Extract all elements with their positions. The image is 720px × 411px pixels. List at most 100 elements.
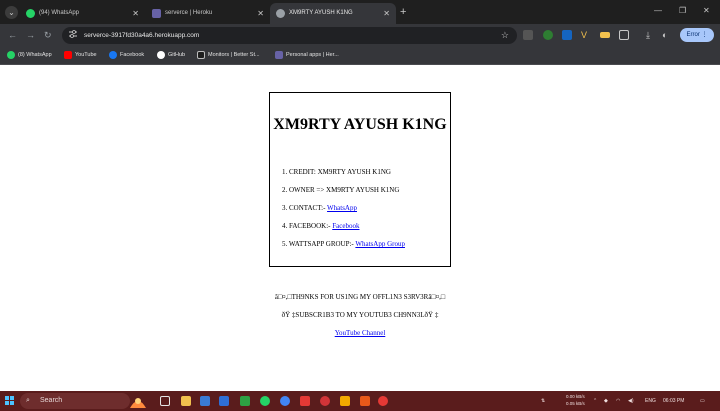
net-download: 0.05 kB/s: [566, 401, 585, 406]
bookmark-facebook[interactable]: Facebook: [109, 46, 144, 64]
facebook-link[interactable]: Facebook: [332, 222, 359, 230]
info-item-credit: 1. CREDIT: XM9RTY AYUSH K1NG: [282, 167, 391, 177]
bookmark-star-icon[interactable]: ☆: [501, 27, 509, 44]
bookmark-label: Personal apps | Her...: [286, 52, 339, 58]
close-icon[interactable]: ✕: [132, 3, 139, 24]
whatsapp-link[interactable]: WhatsApp: [327, 204, 357, 212]
monitor-icon: [197, 51, 205, 59]
subscribe-message: ðŸ ‡SUBSCR1B3 TO MY YOUTUB3 CH9NN3LðŸ ‡: [281, 311, 439, 319]
net-upload: 0.00 kB/s: [566, 394, 585, 399]
extension-icon[interactable]: [543, 30, 553, 40]
volume-icon[interactable]: ◀): [628, 391, 634, 411]
forward-icon[interactable]: →: [26, 28, 35, 42]
taskbar-search[interactable]: ⌕ Search: [20, 393, 130, 409]
bookmark-label: GitHub: [168, 52, 186, 58]
bookmark-label: Facebook: [120, 52, 145, 58]
file-explorer-icon[interactable]: [181, 396, 191, 406]
bookmark-label: (8) WhatsApp: [18, 52, 52, 58]
wifi-icon[interactable]: ◠: [616, 391, 620, 411]
close-icon[interactable]: ✕: [383, 3, 390, 24]
page-title: XM9RTY AYUSH K1NG: [273, 116, 447, 133]
bookmark-whatsapp[interactable]: (8) WhatsApp: [7, 46, 52, 64]
back-icon[interactable]: ←: [8, 28, 17, 42]
download-icon[interactable]: ⤓: [646, 28, 650, 42]
info-item-owner: 2. OWNER => XM9RTY AYUSH K1NG: [282, 185, 399, 195]
bookmark-personal-apps[interactable]: Personal apps | Her...: [275, 46, 339, 64]
profile-label: Error: [686, 32, 700, 38]
info-text: 3. CONTACT:-: [282, 204, 328, 212]
windows-taskbar: ⌕ Search ⇅ 0.00 kB/s 0.05 kB/s ⌃ ◆ ◠ ◀) …: [0, 391, 720, 411]
close-icon[interactable]: ✕: [257, 3, 264, 24]
extension-v-icon[interactable]: V: [581, 30, 591, 40]
taskbar-app-icon[interactable]: [300, 396, 310, 406]
edge-icon[interactable]: [219, 396, 229, 406]
window-close-icon[interactable]: ✕: [703, 4, 710, 18]
whatsapp-icon[interactable]: [260, 396, 270, 406]
bookmark-github[interactable]: GitHub: [157, 46, 185, 64]
whatsapp-group-link[interactable]: WhatsApp Group: [355, 240, 405, 248]
extensions-puzzle-icon[interactable]: [619, 30, 629, 40]
clock[interactable]: 06:03 PM: [663, 391, 684, 411]
youtube-icon: [64, 51, 72, 59]
extension-icon[interactable]: [600, 32, 610, 38]
reload-icon[interactable]: ↻: [44, 28, 52, 42]
taskbar-app-icon[interactable]: [200, 396, 210, 406]
taskbar-app-icon[interactable]: [240, 396, 250, 406]
info-text: 4. FACEBOOK:-: [282, 222, 333, 230]
heroku-icon: [152, 9, 161, 18]
github-icon: [157, 51, 165, 59]
task-view-icon[interactable]: [160, 396, 170, 406]
search-icon: ⌕: [26, 397, 30, 404]
windows-start-icon[interactable]: [5, 396, 15, 406]
taskbar-app-icon[interactable]: [340, 396, 350, 406]
tab-whatsapp[interactable]: (94) WhatsApp ✕: [20, 3, 145, 24]
language-indicator[interactable]: ENG: [645, 391, 656, 411]
extension-icon[interactable]: [562, 30, 572, 40]
info-text: 5. WATTSAPP GROUP:-: [282, 240, 356, 248]
site-info-icon[interactable]: [69, 30, 77, 39]
notification-icon[interactable]: ▭: [700, 391, 705, 411]
tray-app-icon[interactable]: ◆: [604, 391, 608, 411]
tab-title: (94) WhatsApp: [39, 10, 80, 16]
restore-icon[interactable]: ❐: [679, 4, 686, 18]
facebook-icon: [109, 51, 117, 59]
info-text: 2. OWNER => XM9RTY AYUSH K1NG: [282, 186, 400, 194]
info-item-whatsapp-group: 5. WATTSAPP GROUP:- WhatsApp Group: [282, 239, 405, 249]
tab-title: XM9RTY AYUSH K1NG: [289, 10, 353, 16]
taskbar-app-icon[interactable]: [378, 396, 388, 406]
tab-active-page[interactable]: XM9RTY AYUSH K1NG ✕: [270, 3, 396, 24]
tab-heroku[interactable]: serverce | Heroku ✕: [146, 3, 270, 24]
info-text: 1. CREDIT: XM9RTY AYUSH K1NG: [282, 168, 391, 176]
youtube-channel-link[interactable]: YouTube Channel: [0, 328, 720, 338]
minimize-icon[interactable]: —: [654, 4, 662, 18]
bookmarks-bar: (8) WhatsApp YouTube Facebook GitHub Mon…: [0, 46, 720, 65]
info-item-contact: 3. CONTACT:- WhatsApp: [282, 203, 357, 213]
extension-icon[interactable]: [523, 30, 533, 40]
taskbar-app-icon[interactable]: [360, 396, 370, 406]
whatsapp-icon: [26, 9, 35, 18]
taskbar-app-icon[interactable]: [320, 396, 330, 406]
bookmark-label: Monitors | Better St...: [208, 52, 260, 58]
info-card: XM9RTY AYUSH K1NG 1. CREDIT: XM9RTY AYUS…: [269, 92, 451, 267]
search-highlight-icon: [130, 398, 146, 408]
thanks-message: â□¤,□TH9NKS FOR US1NG MY OFFL1N3 S3RV3Râ…: [274, 293, 446, 301]
network-speed-icon: ⇅: [541, 398, 546, 404]
browser-toolbar: ← → ↻ serverce-3917fd30a4a6.herokuapp.co…: [0, 24, 720, 46]
url-text: serverce-3917fd30a4a6.herokuapp.com: [84, 32, 200, 39]
profile-button[interactable]: Error ⋮: [680, 28, 714, 42]
tab-title: serverce | Heroku: [165, 10, 213, 16]
globe-icon: [276, 9, 285, 18]
chrome-icon[interactable]: [280, 396, 290, 406]
browser-tab-strip: ⌄ (94) WhatsApp ✕ serverce | Heroku ✕ XM…: [0, 0, 720, 24]
tray-overflow-icon[interactable]: ⌃: [593, 391, 597, 411]
info-item-facebook: 4. FACEBOOK:- Facebook: [282, 221, 359, 231]
address-bar[interactable]: serverce-3917fd30a4a6.herokuapp.com ☆: [62, 27, 517, 44]
bookmark-label: YouTube: [75, 52, 97, 58]
new-tab-button[interactable]: +: [400, 3, 406, 21]
bookmark-youtube[interactable]: YouTube: [64, 46, 97, 64]
tab-search-button[interactable]: ⌄: [5, 6, 18, 19]
heroku-icon: [275, 51, 283, 59]
account-icon[interactable]: ◐: [662, 28, 667, 42]
bookmark-monitors[interactable]: Monitors | Better St...: [197, 46, 260, 64]
search-placeholder: Search: [40, 397, 63, 404]
